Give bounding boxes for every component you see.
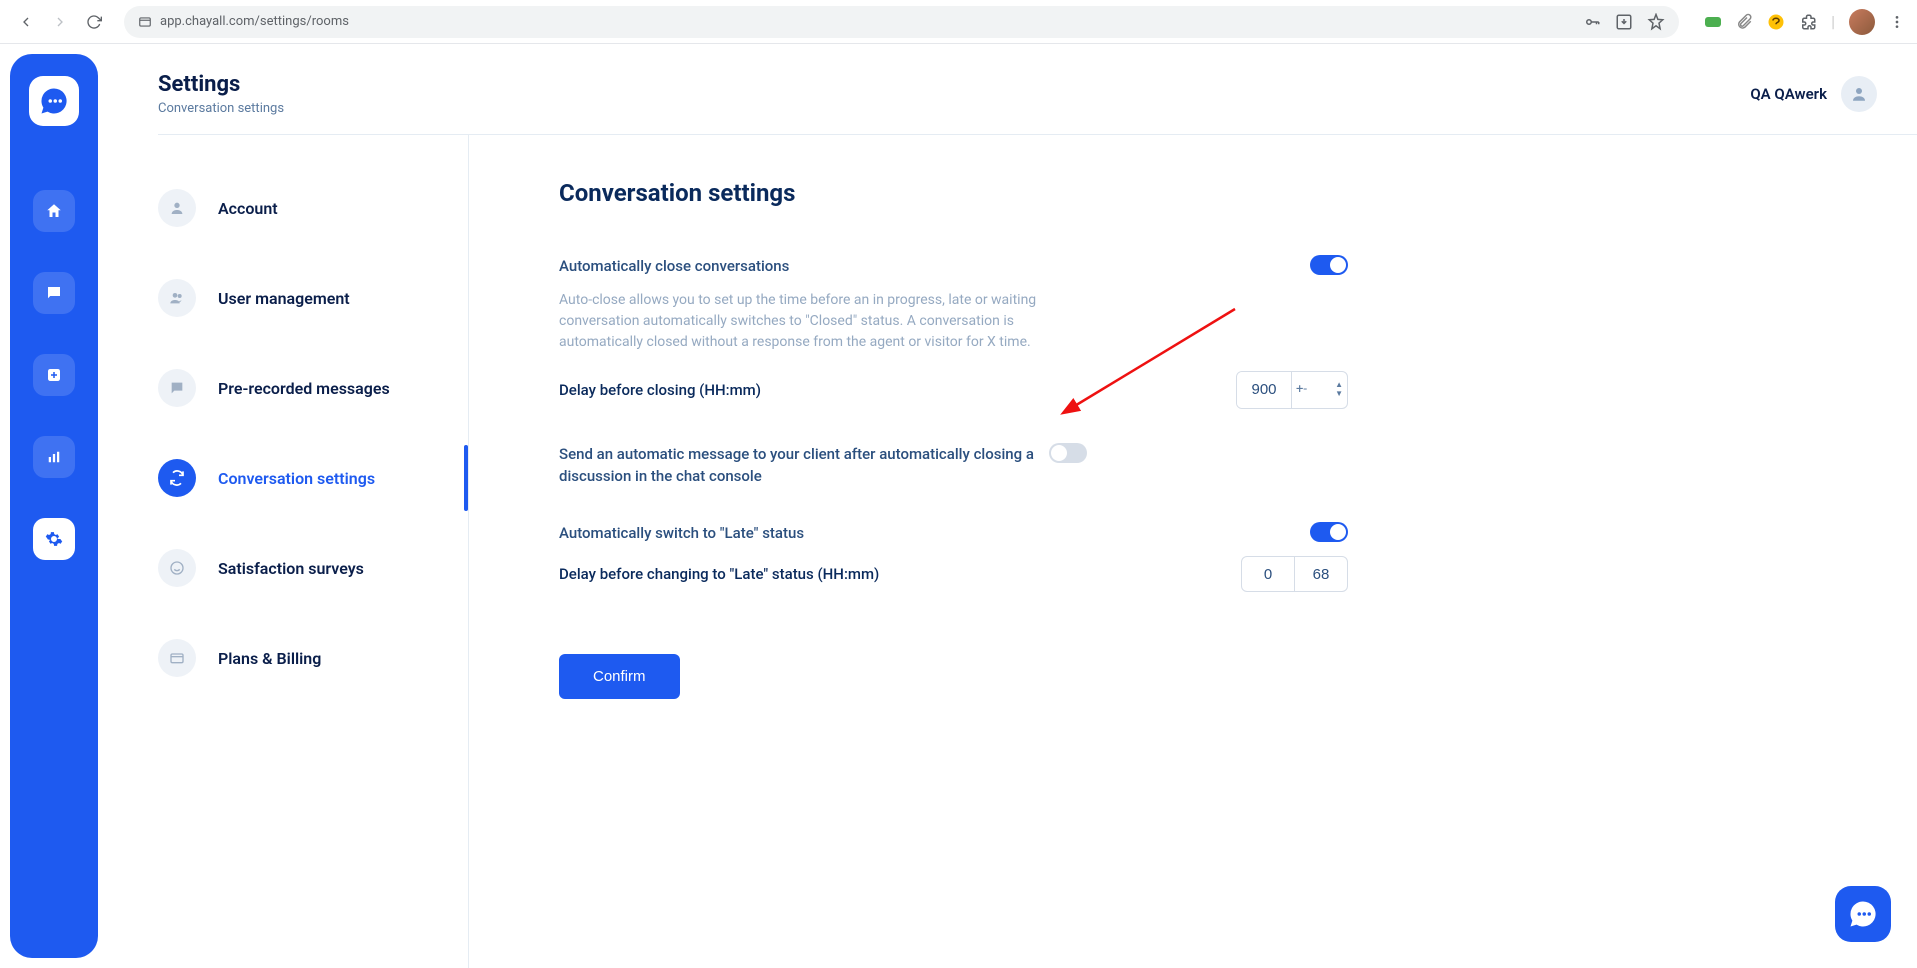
app-logo[interactable] [29,76,79,126]
settings-panel: Conversation settings Automatically clos… [468,135,1348,968]
nav-item-plans-billing[interactable]: Plans & Billing [158,625,468,691]
extensions-row: | [1705,9,1905,35]
page-subtitle: Conversation settings [158,101,1750,116]
sidebar-settings[interactable] [33,518,75,560]
sidebar-compose[interactable] [33,354,75,396]
chat-fab[interactable] [1835,886,1891,942]
settings-nav: Account User management Pre-recorded mes… [158,135,468,968]
browser-chrome: app.chayall.com/settings/rooms | [0,0,1917,44]
attachment-icon[interactable] [1735,13,1753,31]
users-icon [158,279,196,317]
page-header: Settings Conversation settings QA QAwerk [158,44,1917,134]
delay-close-input[interactable] [1237,372,1291,408]
site-settings-icon [138,15,152,29]
delay-late-mm-input[interactable] [1294,556,1348,592]
browser-nav [12,8,108,36]
auto-close-description: Auto-close allows you to set up the time… [559,290,1049,353]
delay-late-hh-input[interactable] [1241,556,1295,592]
forward-button[interactable] [46,8,74,36]
url-text: app.chayall.com/settings/rooms [160,14,349,29]
delay-late-label: Delay before changing to "Late" status (… [559,565,1241,583]
delay-close-stepper[interactable]: +- ▲▼ [1291,372,1347,408]
late-status-toggle[interactable] [1310,522,1348,542]
user-avatar[interactable] [1841,76,1877,112]
page-title: Settings [158,72,1750,97]
nav-item-account[interactable]: Account [158,175,468,241]
address-bar[interactable]: app.chayall.com/settings/rooms [124,6,1679,38]
panel-title: Conversation settings [559,179,1348,207]
back-button[interactable] [12,8,40,36]
auto-close-label: Automatically close conversations [559,255,1310,278]
extension-2-icon[interactable] [1767,13,1785,31]
user-name: QA QAwerk [1750,85,1827,103]
confirm-button[interactable]: Confirm [559,654,680,699]
nav-item-satisfaction[interactable]: Satisfaction surveys [158,535,468,601]
extensions-puzzle-icon[interactable] [1799,13,1817,31]
reload-button[interactable] [80,8,108,36]
late-status-label: Automatically switch to "Late" status [559,522,1310,545]
delay-late-input-group [1241,556,1348,592]
sidebar-home[interactable] [33,190,75,232]
delay-close-input-group: +- ▲▼ [1236,371,1348,409]
install-icon[interactable] [1615,13,1633,31]
bookmark-star-icon[interactable] [1647,13,1665,31]
profile-avatar[interactable] [1849,9,1875,35]
sidebar-analytics[interactable] [33,436,75,478]
card-icon [158,639,196,677]
message-icon [158,369,196,407]
auto-message-label: Send an automatic message to your client… [559,443,1049,488]
user-icon [1850,85,1868,103]
kebab-menu-icon[interactable] [1889,14,1905,30]
sidebar [10,54,98,958]
sidebar-chat[interactable] [33,272,75,314]
nav-item-conversation-settings[interactable]: Conversation settings [158,445,468,511]
auto-close-toggle[interactable] [1310,255,1348,275]
smile-icon [158,549,196,587]
nav-item-user-management[interactable]: User management [158,265,468,331]
nav-item-prerecorded[interactable]: Pre-recorded messages [158,355,468,421]
password-icon[interactable] [1583,13,1601,31]
delay-close-label: Delay before closing (HH:mm) [559,381,1236,399]
stepper-arrows-icon: ▲▼ [1335,381,1343,398]
user-icon [158,189,196,227]
auto-message-toggle[interactable] [1049,443,1087,463]
extension-1-icon[interactable] [1705,17,1721,27]
refresh-icon [158,459,196,497]
